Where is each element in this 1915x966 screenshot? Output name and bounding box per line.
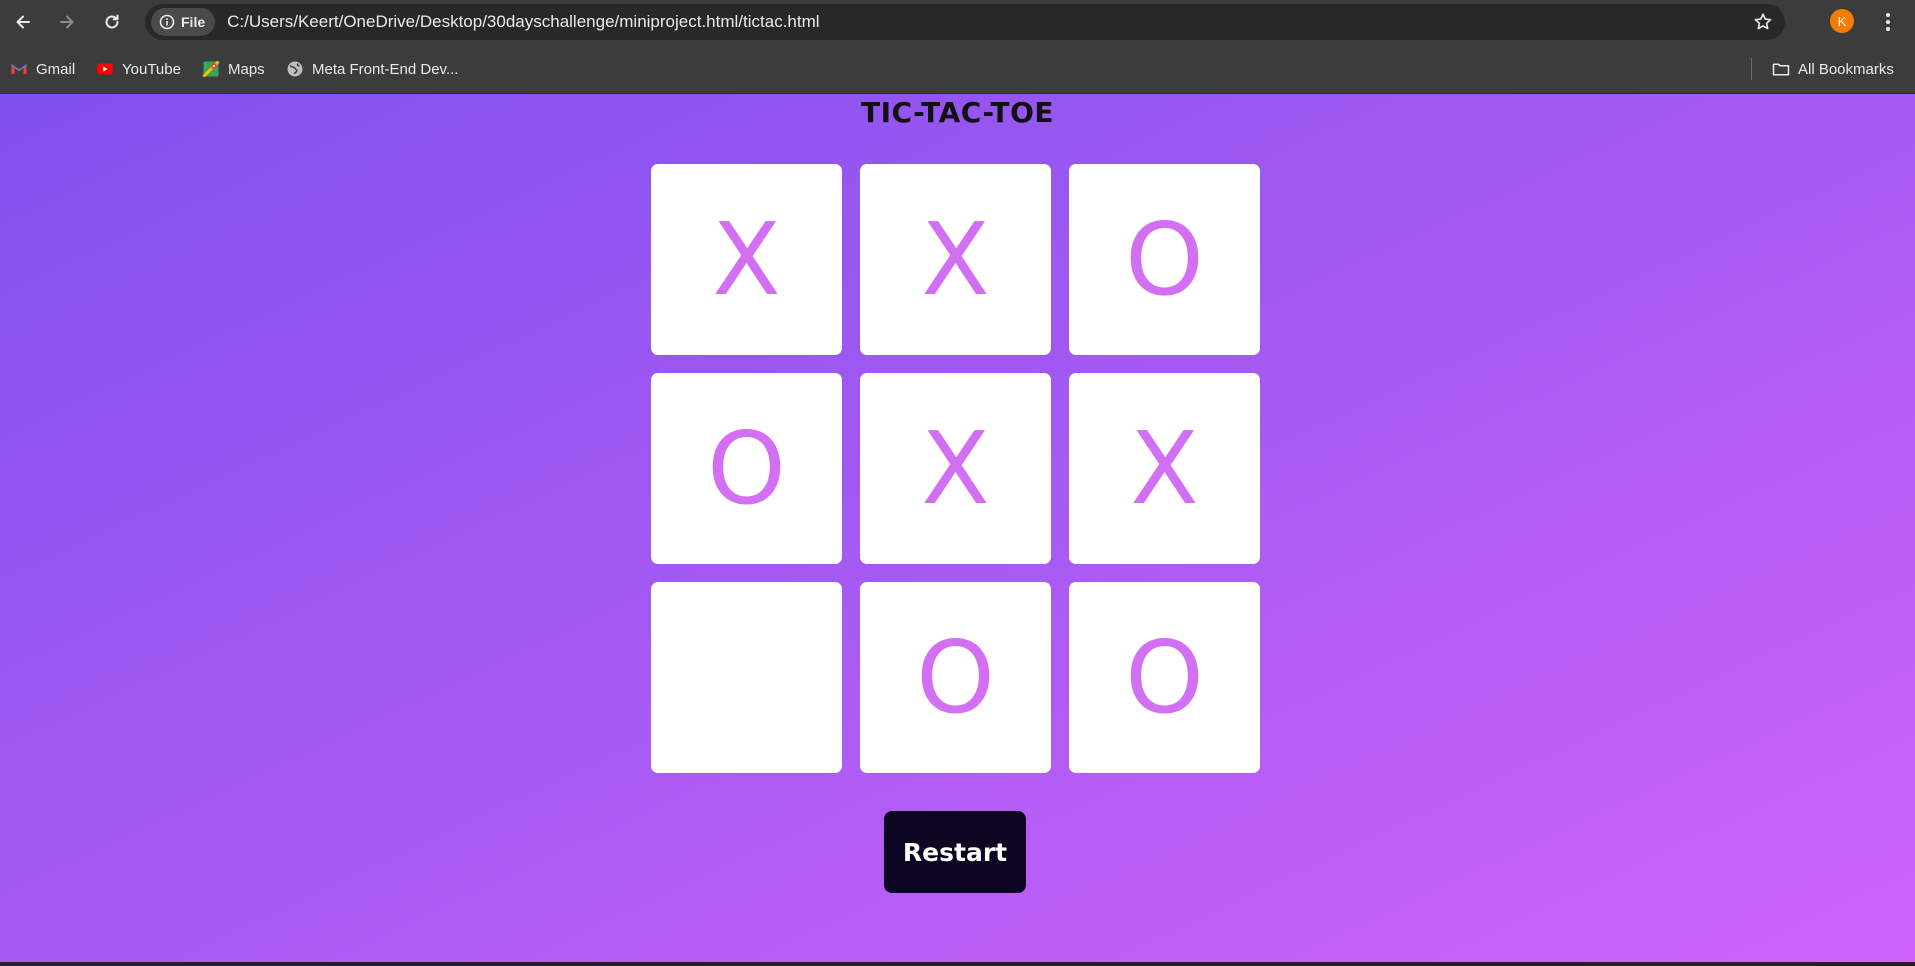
url-text[interactable]: C:/Users/Keert/OneDrive/Desktop/30daysch… <box>227 12 819 32</box>
site-chip-label: File <box>181 14 206 30</box>
bookmark-gmail[interactable]: Gmail <box>10 58 75 80</box>
profile-avatar[interactable]: K <box>1830 9 1854 33</box>
back-button[interactable] <box>8 7 38 37</box>
browser-menu-icon[interactable] <box>1878 10 1898 34</box>
page-title: TIC-TAC-TOE <box>860 96 1055 129</box>
board-cell[interactable]: X <box>1069 373 1260 564</box>
arrow-left-icon <box>16 15 30 29</box>
bookmarks-separator <box>1751 58 1752 80</box>
restart-button[interactable]: Restart <box>884 811 1026 893</box>
all-bookmarks-label: All Bookmarks <box>1798 60 1894 78</box>
reload-icon <box>105 14 119 29</box>
globe-icon <box>287 61 303 77</box>
gmail-icon <box>11 64 27 74</box>
reload-button[interactable] <box>97 7 127 37</box>
bookmark-maps[interactable]: Maps <box>202 58 265 80</box>
board-cell[interactable]: X <box>860 373 1051 564</box>
all-bookmarks-button[interactable]: All Bookmarks <box>1772 58 1894 80</box>
folder-icon <box>1772 63 1790 76</box>
bookmark-star-icon[interactable] <box>1753 12 1773 32</box>
info-icon <box>159 14 175 30</box>
bookmark-label: YouTube <box>122 60 181 78</box>
forward-button[interactable] <box>52 7 82 37</box>
arrow-right-icon <box>60 15 74 29</box>
bookmarks-bar: Gmail YouTube Maps Meta Front-End Dev...… <box>0 44 1915 94</box>
bookmark-label: Gmail <box>36 60 76 78</box>
game-board: X X O O X X O O <box>651 164 1260 773</box>
address-bar[interactable]: File C:/Users/Keert/OneDrive/Desktop/30d… <box>145 4 1785 40</box>
board-cell[interactable]: X <box>651 164 842 355</box>
bookmark-youtube[interactable]: YouTube <box>96 58 181 80</box>
maps-icon <box>202 60 220 78</box>
site-info-chip[interactable]: File <box>151 8 216 36</box>
browser-toolbar: File C:/Users/Keert/OneDrive/Desktop/30d… <box>0 0 1915 44</box>
board-cell[interactable]: O <box>1069 582 1260 773</box>
page-content: TIC-TAC-TOE X X O O X X O O Restart <box>0 94 1915 962</box>
bookmark-label: Meta Front-End Dev... <box>312 60 459 78</box>
board-cell[interactable]: X <box>860 164 1051 355</box>
board-cell[interactable]: O <box>860 582 1051 773</box>
youtube-icon <box>97 63 113 75</box>
bookmark-label: Maps <box>228 60 265 78</box>
board-cell[interactable]: O <box>1069 164 1260 355</box>
board-cell[interactable]: O <box>651 373 842 564</box>
window-bottom-edge <box>0 962 1915 966</box>
board-cell[interactable] <box>651 582 842 773</box>
bookmark-meta[interactable]: Meta Front-End Dev... <box>286 58 458 80</box>
